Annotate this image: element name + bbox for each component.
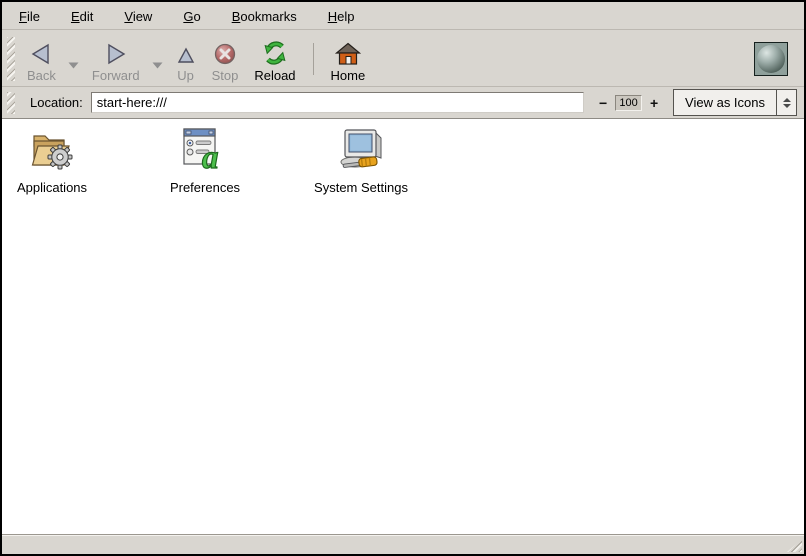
forward-dropdown-button[interactable]	[148, 34, 168, 84]
location-label: Location:	[30, 95, 83, 110]
view-as-dropdown[interactable]: View as Icons	[673, 89, 797, 116]
nautilus-window: File Edit View Go Bookmarks Help Back	[0, 0, 806, 556]
reload-label: Reload	[254, 69, 295, 83]
zoom-controls: − 100 +	[597, 95, 660, 111]
view-as-label: View as Icons	[685, 95, 776, 110]
icon-label: Preferences	[170, 180, 240, 195]
menu-bar: File Edit View Go Bookmarks Help	[2, 2, 804, 30]
menu-view[interactable]: View	[120, 7, 156, 26]
stop-icon	[213, 40, 237, 66]
forward-icon	[103, 40, 129, 66]
back-dropdown-button[interactable]	[64, 34, 84, 84]
status-bar	[2, 534, 804, 554]
chevron-down-icon	[152, 62, 163, 69]
toolbar-separator	[313, 43, 314, 75]
menu-go[interactable]: Go	[179, 7, 204, 26]
applications-folder-gear-icon	[27, 126, 77, 177]
menu-edit[interactable]: Edit	[67, 7, 97, 26]
home-icon	[335, 40, 361, 66]
back-label: Back	[27, 69, 56, 83]
home-label: Home	[331, 69, 366, 83]
zoom-out-button[interactable]: −	[597, 96, 609, 110]
back-button[interactable]: Back	[19, 34, 64, 84]
reload-icon	[262, 40, 288, 66]
system-settings-computer-icon	[335, 126, 387, 177]
reload-button[interactable]: Reload	[246, 34, 303, 84]
location-bar: Location: − 100 + View as Icons	[2, 87, 804, 118]
toolbar: Back Forward U	[2, 30, 804, 87]
icon-view-pane: Applications a Preferences	[2, 118, 804, 534]
icon-label: System Settings	[314, 180, 408, 195]
svg-text:a: a	[202, 140, 219, 172]
icon-label: Applications	[17, 180, 87, 195]
menu-bookmarks[interactable]: Bookmarks	[228, 7, 301, 26]
desktop-icon-applications[interactable]: Applications	[6, 126, 98, 195]
forward-button[interactable]: Forward	[84, 34, 148, 84]
option-menu-arrows-icon	[777, 90, 796, 115]
preferences-capplet-icon: a	[180, 126, 230, 177]
stop-button[interactable]: Stop	[204, 34, 247, 84]
stop-label: Stop	[212, 69, 239, 83]
zoom-in-button[interactable]: +	[648, 96, 660, 110]
forward-label: Forward	[92, 69, 140, 83]
home-button[interactable]: Home	[323, 34, 374, 84]
up-label: Up	[177, 69, 194, 83]
back-icon	[28, 40, 54, 66]
sphere-icon	[757, 45, 785, 73]
resize-grip[interactable]	[787, 539, 802, 552]
chevron-down-icon	[68, 62, 79, 69]
location-input[interactable]	[91, 92, 584, 113]
menu-file[interactable]: File	[15, 7, 44, 26]
up-button[interactable]: Up	[168, 34, 204, 84]
desktop-icon-preferences[interactable]: a Preferences	[159, 126, 251, 195]
nautilus-throbber-logo	[754, 42, 788, 76]
locationbar-drag-handle[interactable]	[7, 92, 15, 114]
menu-help[interactable]: Help	[324, 7, 359, 26]
zoom-level-indicator[interactable]: 100	[615, 95, 642, 111]
up-icon	[176, 40, 196, 66]
desktop-icon-system-settings[interactable]: System Settings	[301, 126, 421, 195]
toolbar-drag-handle[interactable]	[7, 37, 15, 81]
throbber-area	[754, 42, 788, 76]
